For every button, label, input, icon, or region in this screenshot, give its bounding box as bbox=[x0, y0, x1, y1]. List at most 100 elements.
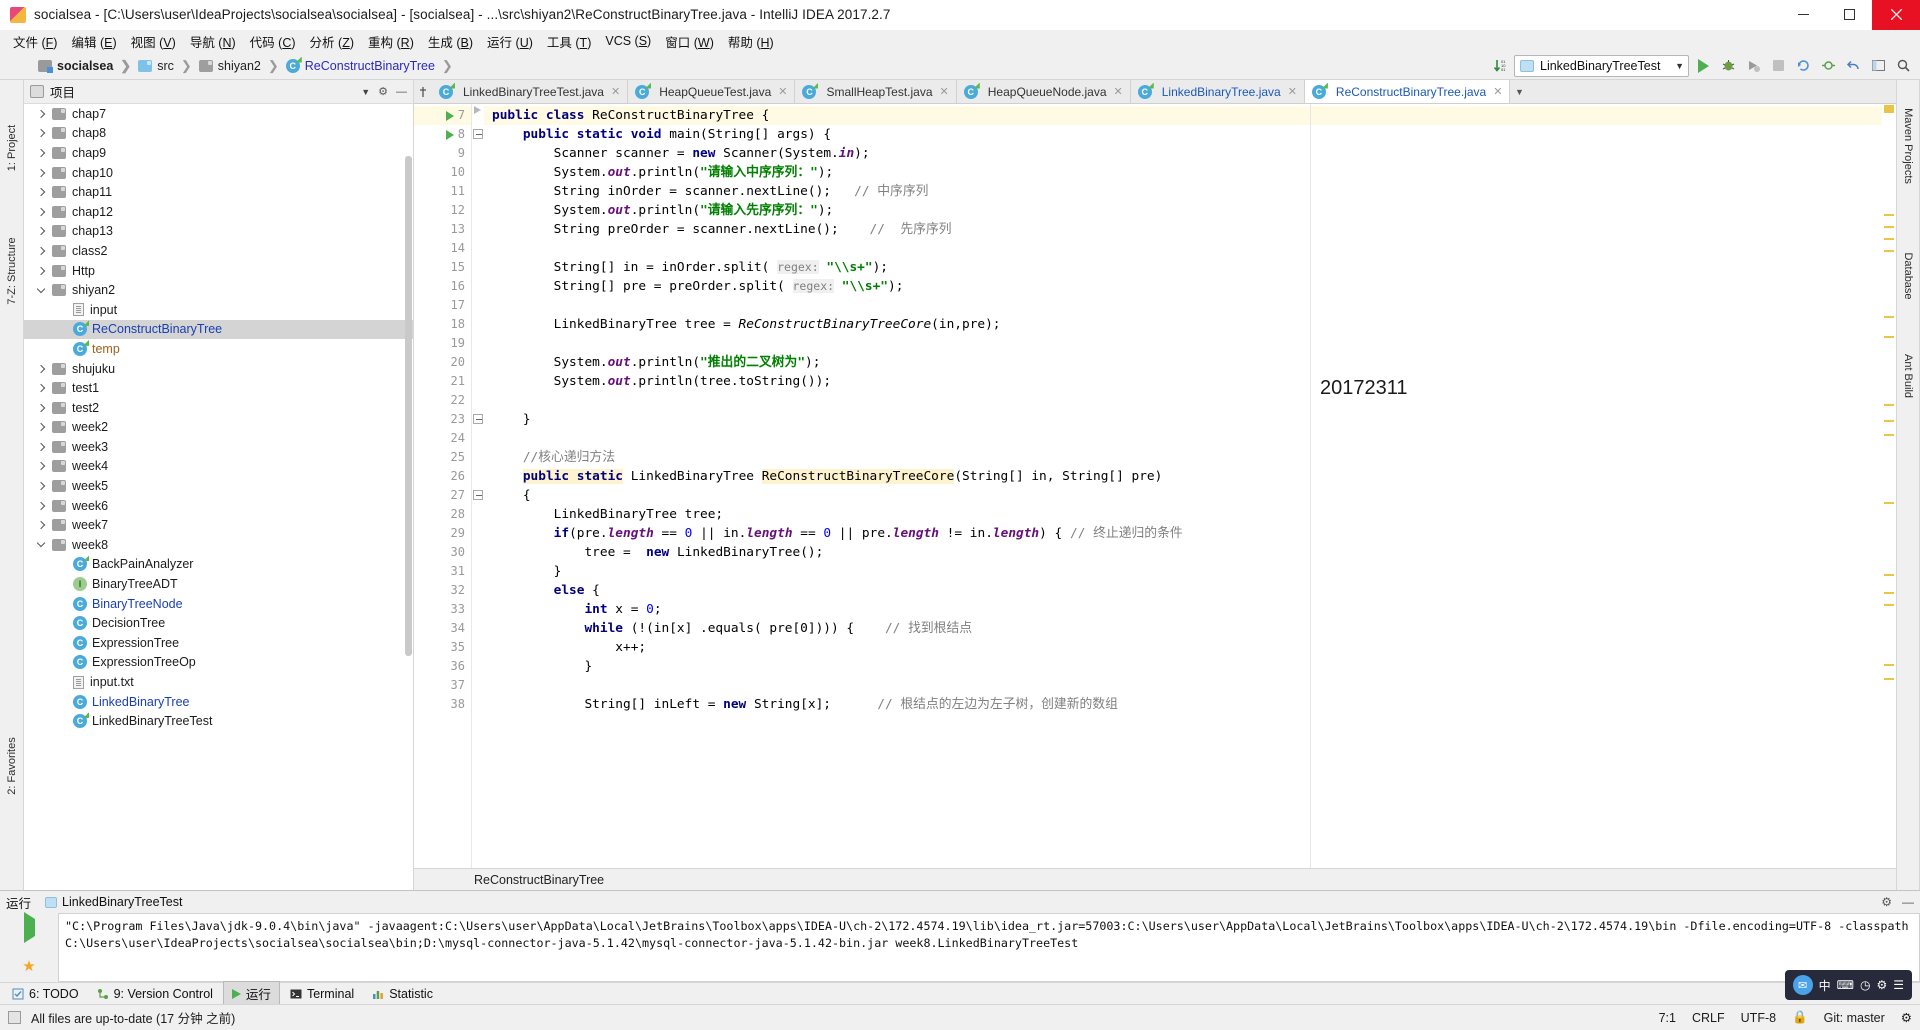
error-stripe-mark[interactable] bbox=[1884, 250, 1894, 252]
close-tab-icon[interactable]: ✕ bbox=[778, 85, 787, 98]
minimize-button[interactable] bbox=[1780, 0, 1826, 30]
favorite-icon[interactable]: ★ bbox=[22, 957, 35, 975]
menu-code[interactable]: 代码 (C) bbox=[243, 30, 303, 53]
editor-tab-linkedbinarytreetest[interactable]: C LinkedBinaryTreeTest.java ✕ bbox=[432, 80, 629, 103]
run-session-tab[interactable]: LinkedBinaryTreeTest bbox=[39, 895, 188, 909]
code-line[interactable]: } bbox=[492, 410, 531, 429]
expand-chevron-icon[interactable] bbox=[34, 462, 48, 471]
expand-chevron-icon[interactable] bbox=[34, 109, 48, 119]
menu-icon[interactable]: ☰ bbox=[1893, 978, 1904, 992]
chevron-down-icon[interactable]: ▼ bbox=[361, 87, 370, 97]
expand-chevron-icon[interactable] bbox=[34, 423, 48, 432]
layout-icon[interactable] bbox=[1867, 55, 1889, 77]
code-line[interactable]: } bbox=[492, 562, 562, 581]
error-stripe-mark[interactable] bbox=[1884, 678, 1894, 680]
expand-chevron-icon[interactable] bbox=[34, 481, 48, 491]
code-line[interactable]: String inOrder = scanner.nextLine(); // … bbox=[492, 182, 929, 201]
breadcrumb-class[interactable]: C ReConstructBinaryTree ❯ bbox=[285, 58, 460, 74]
undo-icon[interactable] bbox=[1842, 55, 1864, 77]
tree-item-linkedbinarytree[interactable]: C LinkedBinaryTree bbox=[24, 692, 413, 712]
vcs-update-icon[interactable] bbox=[1792, 55, 1814, 77]
tree-item-test1[interactable]: test1 bbox=[24, 378, 413, 398]
hide-icon[interactable]: ― bbox=[396, 86, 407, 98]
error-stripe-mark[interactable] bbox=[1884, 238, 1894, 240]
expand-chevron-icon[interactable] bbox=[34, 442, 48, 452]
sort-alpha-icon[interactable]: 01 10 01 bbox=[1489, 55, 1511, 77]
error-stripe-mark[interactable] bbox=[1884, 574, 1894, 576]
tree-item-test2[interactable]: test2 bbox=[24, 398, 413, 418]
code-line[interactable] bbox=[492, 429, 500, 448]
code-line[interactable] bbox=[492, 391, 500, 410]
close-tab-icon[interactable]: ✕ bbox=[1288, 85, 1297, 98]
rail-item-project[interactable]: 1: Project bbox=[6, 125, 18, 171]
code-line[interactable]: int x = 0; bbox=[492, 600, 661, 619]
expand-chevron-icon[interactable] bbox=[34, 246, 48, 256]
editor-tab-reconstructbinarytree[interactable]: C ReConstructBinaryTree.java ✕ bbox=[1304, 80, 1511, 103]
rail-item-ant[interactable]: Ant Build bbox=[1902, 354, 1914, 398]
collapse-chevron-icon[interactable] bbox=[34, 539, 48, 548]
error-stripe-mark[interactable] bbox=[1884, 226, 1894, 228]
expand-chevron-icon[interactable] bbox=[34, 148, 48, 158]
line-separator[interactable]: CRLF bbox=[1692, 1011, 1725, 1025]
run-console-output[interactable]: "C:\Program Files\Java\jdk-9.0.4\bin\jav… bbox=[58, 913, 1920, 982]
code-line[interactable]: else { bbox=[492, 581, 600, 600]
expand-chevron-icon[interactable] bbox=[34, 227, 48, 236]
tab-version-control[interactable]: 9: Version Control bbox=[89, 985, 221, 1003]
expand-chevron-icon[interactable] bbox=[34, 521, 48, 530]
expand-chevron-icon[interactable] bbox=[34, 129, 48, 138]
tree-item-week5[interactable]: week5 bbox=[24, 476, 413, 496]
code-line[interactable]: Scanner scanner = new Scanner(System.in)… bbox=[492, 144, 870, 163]
project-tree[interactable]: chap7 chap8 chap9 chap10 chap11 chap12 chap13 c… bbox=[24, 104, 413, 890]
code-line[interactable] bbox=[492, 296, 500, 315]
editor-tab-heapqueuenode[interactable]: C HeapQueueNode.java ✕ bbox=[956, 80, 1131, 103]
expand-chevron-icon[interactable] bbox=[34, 501, 48, 510]
run-button[interactable] bbox=[1692, 55, 1714, 77]
expand-chevron-icon[interactable] bbox=[34, 187, 48, 197]
expand-chevron-icon[interactable] bbox=[34, 383, 48, 393]
code-line[interactable]: System.out.println(tree.toString()); bbox=[492, 372, 831, 391]
run-gutter-icon[interactable] bbox=[446, 130, 454, 140]
tree-item-week3[interactable]: week3 bbox=[24, 437, 413, 457]
tab-terminal[interactable]: Terminal bbox=[282, 985, 362, 1003]
code-line[interactable]: } bbox=[492, 657, 592, 676]
tab-todo[interactable]: 6: TODO bbox=[4, 985, 87, 1003]
code-line[interactable]: public static void main(String[] args) { bbox=[492, 125, 831, 144]
breadcrumb-shiyan2[interactable]: shiyan2 ❯ bbox=[198, 58, 286, 74]
tree-item-temp[interactable]: Ctemp bbox=[24, 339, 413, 359]
tree-item-chap13[interactable]: chap13 bbox=[24, 222, 413, 242]
tree-item-chap11[interactable]: chap11 bbox=[24, 182, 413, 202]
code-line[interactable]: LinkedBinaryTree tree; bbox=[492, 505, 724, 524]
tree-item-chap9[interactable]: chap9 bbox=[24, 143, 413, 163]
tree-item-week8[interactable]: week8 bbox=[24, 535, 413, 555]
tree-item-chap7[interactable]: chap7 bbox=[24, 104, 413, 124]
code-line[interactable]: { bbox=[492, 486, 531, 505]
tree-item-backpainanalyzer[interactable]: C BackPainAnalyzer bbox=[24, 555, 413, 575]
search-icon[interactable] bbox=[1892, 55, 1914, 77]
gear-icon[interactable]: ⚙ bbox=[378, 85, 388, 98]
menu-window[interactable]: 窗口 (W) bbox=[658, 30, 721, 53]
code-line[interactable]: String[] inLeft = new String[x]; // 根结点的… bbox=[492, 695, 1117, 714]
minimize-icon[interactable]: ― bbox=[1902, 895, 1914, 909]
error-stripe-mark[interactable] bbox=[1884, 592, 1894, 594]
ime-indicator[interactable]: 中 bbox=[1819, 977, 1831, 994]
stop-button[interactable] bbox=[1767, 55, 1789, 77]
code-folding-column[interactable] bbox=[472, 104, 484, 868]
error-stripe-mark[interactable] bbox=[1884, 404, 1894, 406]
tree-item-shujuku[interactable]: shujuku bbox=[24, 359, 413, 379]
editor-tab-linkedbinarytree[interactable]: C LinkedBinaryTree.java ✕ bbox=[1130, 80, 1305, 103]
code-line[interactable]: public static LinkedBinaryTree ReConstru… bbox=[492, 467, 1162, 486]
tree-item-week7[interactable]: week7 bbox=[24, 515, 413, 535]
tree-item-shiyan2[interactable]: shiyan2 bbox=[24, 280, 413, 300]
code-line[interactable]: String[] in = inOrder.split( regex: "\\s… bbox=[492, 258, 888, 277]
tree-item-chap8[interactable]: chap8 bbox=[24, 124, 413, 144]
menu-file[interactable]: 文件 (F) bbox=[6, 30, 64, 53]
error-stripe-marker-bar[interactable] bbox=[1882, 104, 1896, 868]
menu-edit[interactable]: 编辑 (E) bbox=[64, 30, 123, 53]
fold-arrow-icon[interactable] bbox=[474, 106, 481, 114]
tree-item-expressiontree[interactable]: C ExpressionTree bbox=[24, 633, 413, 653]
keyboard-icon[interactable]: ⌨ bbox=[1837, 978, 1854, 992]
tree-item-binarytreeadt[interactable]: I BinaryTreeADT bbox=[24, 574, 413, 594]
expand-chevron-icon[interactable] bbox=[34, 403, 48, 412]
error-stripe-mark[interactable] bbox=[1884, 502, 1894, 504]
editor-tab-heapqueuetest[interactable]: C HeapQueueTest.java ✕ bbox=[628, 80, 796, 103]
